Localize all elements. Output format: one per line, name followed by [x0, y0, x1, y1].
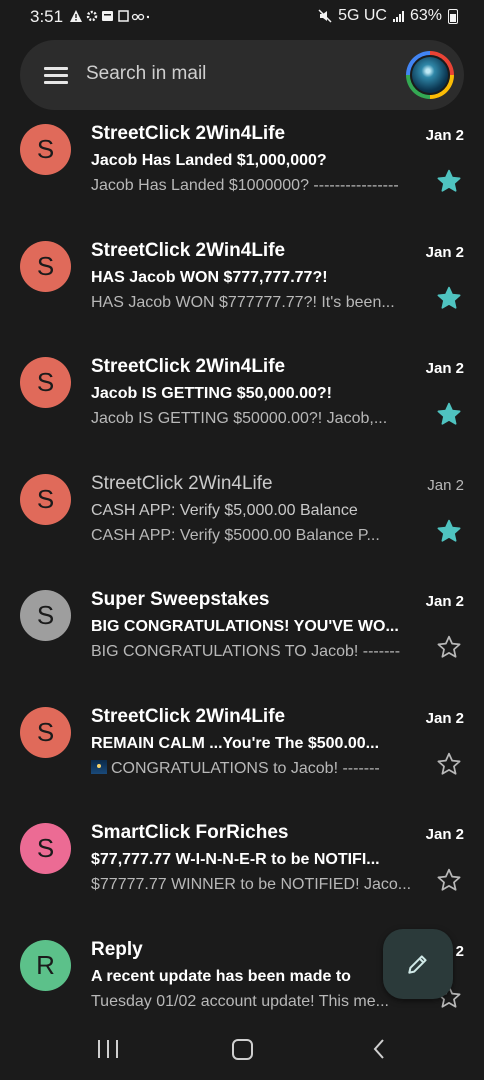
sender-avatar[interactable]: S: [20, 357, 71, 408]
email-subject: Jacob Has Landed $1,000,000?: [91, 152, 327, 169]
sender-name: SmartClick ForRiches: [91, 822, 289, 843]
sender-avatar[interactable]: S: [20, 124, 71, 175]
email-row[interactable]: S Super Sweepstakes Jan 2 BIG CONGRATULATIO…: [0, 580, 484, 697]
sender-avatar[interactable]: R: [20, 939, 71, 991]
snippet-text: HAS Jacob WON $777777.77?! It's been...: [91, 293, 395, 311]
sender-avatar[interactable]: S: [20, 706, 71, 758]
email-subject: CASH APP: Verify $5,000.00 Balance: [91, 501, 358, 519]
pencil-icon: [408, 955, 427, 974]
snippet-text: Jacob IS GETTING $50000.00?! Jacob,...: [91, 410, 388, 427]
battery-icon: [448, 8, 458, 24]
system-nav-bar: [0, 1026, 484, 1080]
profile-picture: [410, 55, 450, 95]
back-icon[interactable]: [372, 1038, 386, 1060]
email-snippet: Jacob IS GETTING $50000.00?! Jacob,...: [91, 410, 423, 428]
menu-icon[interactable]: [44, 67, 68, 84]
email-date: Jan 2: [425, 826, 464, 843]
status-time: 3:51: [30, 7, 64, 26]
sender-name: StreetClick 2Win4Life: [91, 472, 273, 494]
sender-name: StreetClick 2Win4Life: [91, 239, 286, 261]
account-avatar[interactable]: [406, 51, 454, 99]
email-date: Jan 2: [425, 127, 464, 144]
recents-icon[interactable]: [98, 1040, 118, 1058]
notification-icons: [69, 9, 150, 26]
snippet-text: CONGRATULATIONS to Jacob! -------: [111, 759, 380, 777]
email-row[interactable]: S StreetClick 2Win4Life Jan 2 Jacob IS GETT…: [0, 347, 484, 464]
sender-name: StreetClick 2Win4Life: [91, 705, 286, 727]
sender-avatar[interactable]: S: [20, 473, 71, 525]
sender-avatar[interactable]: S: [20, 823, 71, 874]
snippet-text: Tuesday 01/02 account update! This me...: [91, 992, 389, 1010]
star-outline-icon[interactable]: [436, 634, 462, 660]
star-filled-icon[interactable]: [436, 168, 462, 194]
email-row[interactable]: S StreetClick 2Win4Life Jan 2 CASH APP: Ver…: [0, 464, 484, 581]
email-snippet: HAS Jacob WON $777777.77?! It's been...: [91, 294, 423, 312]
email-subject: BIG CONGRATULATIONS! YOU'VE WO...: [91, 618, 399, 635]
star-filled-icon[interactable]: [436, 401, 462, 427]
sender-name: StreetClick 2Win4Life: [91, 123, 286, 144]
sender-name: Super Sweepstakes: [91, 589, 270, 610]
night-sky-emoji-icon: [91, 759, 107, 774]
email-subject: A recent update has been made to: [91, 967, 351, 985]
battery-percent: 63%: [409, 7, 442, 24]
sender-name: StreetClick 2Win4Life: [91, 356, 286, 377]
star-outline-icon[interactable]: [436, 867, 462, 893]
email-snippet: CASH APP: Verify $5000.00 Balance P...: [91, 527, 423, 545]
email-date: Jan 2: [425, 709, 464, 727]
email-snippet: BIG CONGRATULATIONS TO Jacob! -------: [91, 643, 423, 661]
home-icon[interactable]: [232, 1039, 253, 1060]
email-snippet: Tuesday 01/02 account update! This me...: [91, 993, 423, 1011]
star-filled-icon[interactable]: [436, 518, 462, 544]
sender-avatar[interactable]: S: [20, 240, 71, 292]
email-date: Jan 2: [425, 593, 464, 610]
email-snippet: Jacob Has Landed $1000000? -------------…: [91, 177, 423, 195]
email-row[interactable]: S StreetClick 2Win4Life Jan 2 HAS Jacob WON…: [0, 231, 484, 348]
star-outline-icon[interactable]: [436, 751, 462, 777]
email-list: S StreetClick 2Win4Life Jan 2 Jacob Has Lan…: [0, 114, 484, 1046]
star-filled-icon[interactable]: [436, 285, 462, 311]
signal-icon: [392, 10, 404, 22]
status-notification-icons: [70, 9, 150, 22]
snippet-text: CASH APP: Verify $5000.00 Balance P...: [91, 526, 380, 544]
email-date: Jan 2: [425, 360, 464, 377]
search-input[interactable]: Search in mail: [86, 63, 206, 85]
compose-button[interactable]: [383, 929, 453, 999]
network-label: 5G UC: [338, 7, 387, 24]
email-date: Jan 2: [425, 243, 464, 261]
search-bar[interactable]: Search in mail: [20, 40, 464, 110]
email-subject: $77,777.77 W-I-N-N-E-R to be NOTIFI...: [91, 851, 380, 868]
email-row[interactable]: S StreetClick 2Win4Life Jan 2 Jacob Has Lan…: [0, 114, 484, 231]
snippet-text: Jacob Has Landed $1000000? -------------…: [91, 177, 399, 194]
snippet-text: BIG CONGRATULATIONS TO Jacob! -------: [91, 643, 401, 660]
email-row[interactable]: S SmartClick ForRiches Jan 2 $77,777.77 W-I…: [0, 813, 484, 930]
email-row[interactable]: S StreetClick 2Win4Life Jan 2 REMAIN CALM .…: [0, 697, 484, 814]
mute-icon: [318, 9, 332, 23]
email-snippet: CONGRATULATIONS to Jacob! -------: [91, 759, 423, 778]
email-subject: Jacob IS GETTING $50,000.00?!: [91, 385, 332, 402]
email-subject: REMAIN CALM ...You're The $500.00...: [91, 734, 380, 752]
sender-avatar[interactable]: S: [20, 590, 71, 641]
email-snippet: $77777.77 WINNER to be NOTIFIED! Jaco...: [91, 876, 423, 894]
sender-name: Reply: [91, 938, 143, 960]
email-date: Jan 2: [427, 476, 464, 494]
status-bar: 3:51 5G UC 63%: [0, 0, 484, 34]
snippet-text: $77777.77 WINNER to be NOTIFIED! Jaco...: [91, 876, 412, 893]
email-subject: HAS Jacob WON $777,777.77?!: [91, 268, 328, 286]
